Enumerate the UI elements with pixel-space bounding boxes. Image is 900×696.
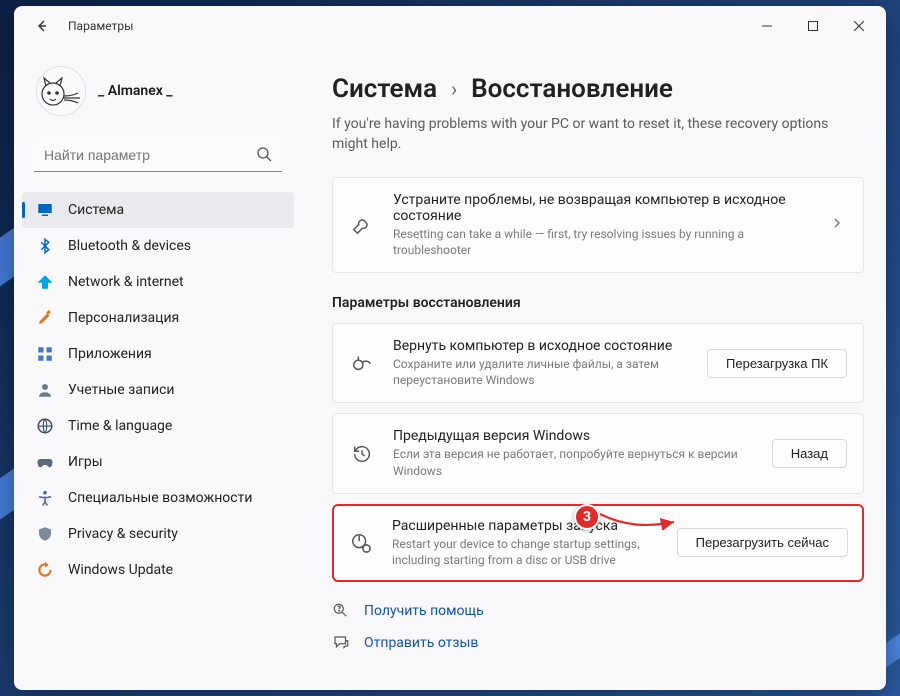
feedback-link[interactable]: Отправить отзыв: [364, 635, 478, 651]
sidebar-item-label: Network & internet: [68, 274, 280, 290]
avatar: [36, 66, 86, 116]
main-content: Система › Восстановление If you're havin…: [304, 46, 886, 690]
reset-pc-button[interactable]: Перезагрузка ПК: [707, 349, 847, 378]
sidebar-item-apps[interactable]: Приложения: [22, 336, 294, 372]
sidebar-item-access[interactable]: Специальные возможности: [22, 480, 294, 516]
sidebar-item-label: Privacy & security: [68, 526, 280, 542]
sidebar-item-label: Time & language: [68, 418, 280, 434]
sidebar-item-bluetooth[interactable]: Bluetooth & devices: [22, 228, 294, 264]
go-back-button[interactable]: Назад: [772, 439, 847, 468]
goback-title: Предыдущая версия Windows: [393, 428, 754, 444]
access-icon: [36, 489, 54, 507]
goback-desc: Если эта версия не работает, попробуйте …: [393, 446, 754, 478]
sidebar-item-update[interactable]: Windows Update: [22, 552, 294, 588]
advanced-desc: Restart your device to change startup se…: [392, 536, 659, 568]
arrow-left-icon: [34, 18, 50, 34]
help-icon: [332, 602, 350, 620]
game-icon: [36, 453, 54, 471]
settings-window: Параметры: [14, 6, 886, 690]
sidebar-item-label: Учетные записи: [68, 382, 280, 398]
troubleshoot-title: Устраните проблемы, не возвращая компьют…: [393, 192, 809, 224]
profile[interactable]: _ Almanex _: [22, 56, 294, 132]
maximize-button[interactable]: [790, 10, 836, 42]
help-link[interactable]: Получить помощь: [364, 603, 484, 619]
chevron-right-icon: [827, 217, 847, 233]
troubleshoot-card[interactable]: Устраните проблемы, не возвращая компьют…: [332, 177, 864, 273]
wifi-icon: [36, 273, 54, 291]
close-button[interactable]: [836, 10, 882, 42]
sidebar-item-label: Система: [68, 202, 280, 218]
bluetooth-icon: [36, 237, 54, 255]
sidebar-item-label: Игры: [68, 454, 280, 470]
power-gear-icon: [348, 530, 374, 556]
feedback-link-row[interactable]: Отправить отзыв: [332, 634, 864, 652]
recovery-section-title: Параметры восстановления: [332, 295, 864, 311]
sidebar: _ Almanex _ Система Bluetooth & devices Ne…: [14, 46, 304, 690]
sidebar-item-shield[interactable]: Privacy & security: [22, 516, 294, 552]
restart-now-button[interactable]: Перезагрузить сейчас: [677, 528, 848, 557]
system-icon: [36, 201, 54, 219]
history-icon: [349, 441, 375, 467]
sidebar-item-globe[interactable]: Time & language: [22, 408, 294, 444]
sidebar-item-label: Персонализация: [68, 310, 280, 326]
sidebar-item-label: Bluetooth & devices: [68, 238, 280, 254]
sidebar-item-wifi[interactable]: Network & internet: [22, 264, 294, 300]
globe-icon: [36, 417, 54, 435]
breadcrumb-current: Восстановление: [471, 74, 673, 104]
user-icon: [36, 381, 54, 399]
troubleshoot-desc: Resetting can take a while — first, try …: [393, 226, 809, 258]
shield-icon: [36, 525, 54, 543]
search-icon: [256, 146, 272, 166]
page-subtitle: If you're having problems with your PC o…: [332, 114, 852, 155]
breadcrumb: Система › Восстановление: [332, 74, 864, 104]
sidebar-item-label: Специальные возможности: [68, 490, 280, 506]
update-icon: [36, 561, 54, 579]
advanced-startup-card: Расширенные параметры запуска Restart yo…: [332, 504, 864, 582]
profile-name: _ Almanex _: [98, 83, 173, 99]
back-button[interactable]: [28, 12, 56, 40]
sidebar-item-user[interactable]: Учетные записи: [22, 372, 294, 408]
search-input[interactable]: [34, 138, 282, 172]
brush-icon: [36, 309, 54, 327]
reset-pc-card: Вернуть компьютер в исходное состояние С…: [332, 323, 864, 403]
feedback-icon: [332, 634, 350, 652]
chevron-right-icon: ›: [451, 77, 457, 101]
reset-title: Вернуть компьютер в исходное состояние: [393, 338, 689, 354]
sidebar-item-brush[interactable]: Персонализация: [22, 300, 294, 336]
breadcrumb-root[interactable]: Система: [332, 74, 437, 104]
reset-icon: [349, 350, 375, 376]
minimize-button[interactable]: [744, 10, 790, 42]
titlebar: Параметры: [14, 6, 886, 46]
sidebar-item-label: Приложения: [68, 346, 280, 362]
reset-desc: Сохраните или удалите личные файлы, а за…: [393, 356, 689, 388]
apps-icon: [36, 345, 54, 363]
go-back-card: Предыдущая версия Windows Если эта верси…: [332, 413, 864, 493]
help-link-row[interactable]: Получить помощь: [332, 602, 864, 620]
sidebar-item-system[interactable]: Система: [22, 192, 294, 228]
wrench-icon: [349, 212, 375, 238]
advanced-title: Расширенные параметры запуска: [392, 518, 659, 534]
window-title: Параметры: [68, 19, 133, 33]
sidebar-item-label: Windows Update: [68, 562, 280, 578]
sidebar-item-game[interactable]: Игры: [22, 444, 294, 480]
